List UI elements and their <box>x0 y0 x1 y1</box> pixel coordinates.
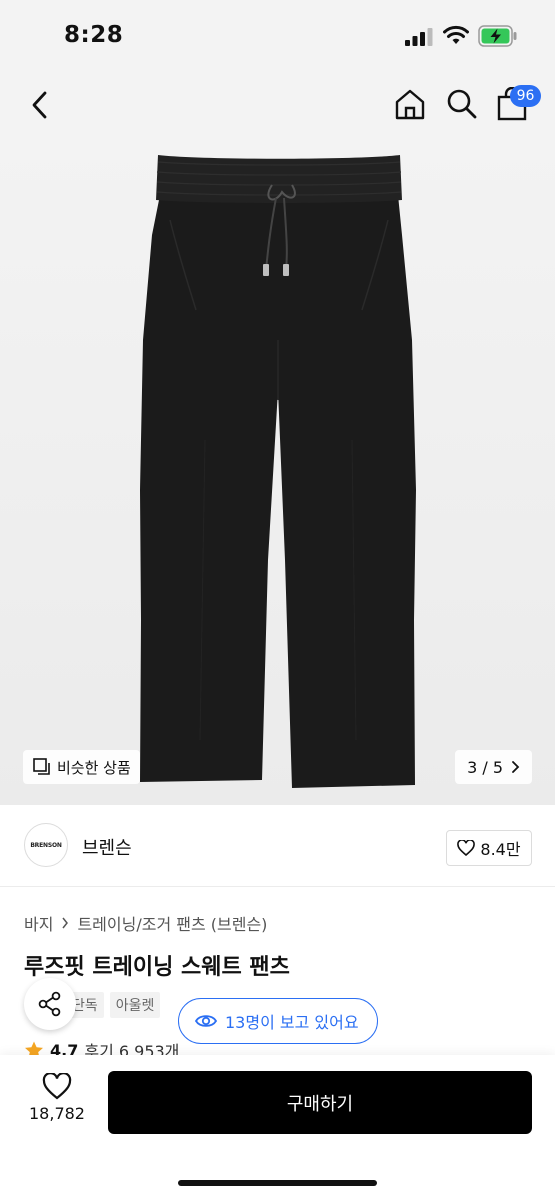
product-title: 루즈핏 트레이닝 스웨트 팬츠 <box>24 955 290 980</box>
buy-button[interactable]: 구매하기 <box>108 1071 532 1134</box>
heart-icon <box>42 1073 72 1100</box>
home-button[interactable] <box>390 84 430 124</box>
live-viewers-text: 13명이 보고 있어요 <box>225 1013 359 1032</box>
product-tags: 단독 아울렛 <box>66 992 161 1018</box>
image-counter-text: 3 / 5 <box>467 757 503 777</box>
chevron-right-icon <box>62 917 69 929</box>
search-icon <box>447 89 477 119</box>
breadcrumb: 바지 트레이닝/조거 팬츠 (브렌슨) <box>24 911 267 935</box>
live-viewers-badge: 13명이 보고 있어요 <box>178 998 378 1044</box>
nav-bar <box>0 70 555 140</box>
wishlist-count: 18,782 <box>29 1104 85 1123</box>
brand-row: BRENSON 브렌슨 8.4만 <box>0 805 555 887</box>
brand-like-count: 8.4만 <box>480 840 521 859</box>
product-page: 8:28 96 비슷한 상품 3 / 5 BRENSON 브렌슨 8.4만 바지… <box>0 0 555 1200</box>
chevron-right-icon <box>512 761 520 773</box>
cart-count-badge: 96 <box>510 85 541 107</box>
home-indicator <box>178 1180 377 1186</box>
tag-outlet: 아울렛 <box>109 992 161 1018</box>
copy-squares-icon <box>33 758 50 775</box>
brand-like-button[interactable]: 8.4만 <box>446 830 532 866</box>
product-image-gallery[interactable]: 비슷한 상품 3 / 5 <box>0 140 555 805</box>
breadcrumb-item-pants[interactable]: 바지 <box>24 911 53 935</box>
battery-charging-icon <box>478 25 517 47</box>
similar-products-button[interactable]: 비슷한 상품 <box>23 750 140 784</box>
search-button[interactable] <box>442 84 482 124</box>
chevron-left-icon <box>32 91 47 119</box>
heart-icon <box>457 840 476 856</box>
share-icon <box>38 991 61 1017</box>
bottom-action-bar: 18,782 구매하기 <box>0 1055 555 1200</box>
home-icon <box>395 89 425 120</box>
image-counter[interactable]: 3 / 5 <box>455 750 532 784</box>
status-time: 8:28 <box>64 22 124 48</box>
share-button[interactable] <box>24 978 76 1030</box>
breadcrumb-item-category[interactable]: 트레이닝/조거 팬츠 (브렌슨) <box>77 911 267 935</box>
wishlist-button[interactable]: 18,782 <box>22 1073 92 1123</box>
product-photo-black-sweatpants <box>140 155 416 788</box>
similar-products-label: 비슷한 상품 <box>57 758 131 777</box>
brand-logo-text: BRENSON <box>30 841 62 849</box>
brand-logo[interactable]: BRENSON <box>24 823 68 867</box>
brand-name[interactable]: 브렌슨 <box>82 834 132 860</box>
cellular-signal-icon <box>405 28 433 46</box>
status-bar: 8:28 <box>0 0 555 70</box>
back-button[interactable] <box>22 86 58 124</box>
eye-icon <box>195 1015 217 1027</box>
wifi-icon <box>443 25 469 44</box>
